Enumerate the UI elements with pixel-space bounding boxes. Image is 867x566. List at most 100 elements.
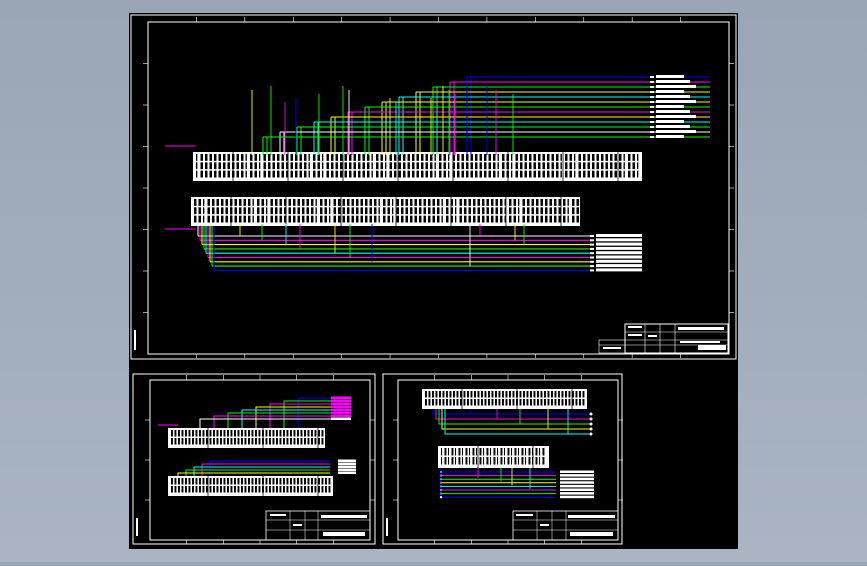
- pin-cell: [490, 457, 492, 465]
- pin-cell: [476, 457, 478, 465]
- pin-cell: [181, 478, 184, 485]
- pin-cell: [623, 154, 625, 161]
- pin-cell: [306, 215, 309, 223]
- pin-cell: [283, 430, 285, 437]
- pin-cell: [474, 391, 476, 398]
- pin-cell: [511, 162, 513, 170]
- wire-label-text: [656, 110, 690, 113]
- pin-cell: [356, 215, 359, 223]
- pin-cell: [223, 486, 226, 493]
- pin-cell: [455, 215, 457, 223]
- cad-drawing[interactable]: [0, 0, 867, 562]
- pin-cell: [263, 162, 266, 170]
- cad-viewport[interactable]: [0, 0, 867, 562]
- pin-cell: [356, 199, 359, 206]
- pin-cell: [568, 399, 571, 406]
- pin-cell: [468, 215, 471, 223]
- pin-cell: [428, 391, 431, 398]
- pin-cell: [174, 478, 177, 485]
- pin-cell: [383, 207, 386, 215]
- pin-cell: [227, 486, 229, 493]
- pin-cell: [365, 207, 368, 215]
- pin-cell: [551, 154, 554, 161]
- pin-cell: [297, 199, 300, 206]
- pin-cell: [446, 199, 449, 206]
- pin-cell: [216, 478, 219, 485]
- pin-cell: [272, 478, 275, 485]
- pin-cell: [410, 199, 413, 206]
- pin-cell: [531, 199, 534, 206]
- pin-cell: [212, 207, 215, 215]
- pin-cell: [520, 154, 523, 161]
- pin-cell: [344, 154, 347, 161]
- pin-cell: [214, 154, 217, 161]
- wire-label-text: [656, 80, 690, 83]
- pin-cell: [486, 207, 489, 215]
- pin-cell: [493, 170, 496, 178]
- pin-cell: [266, 207, 268, 215]
- pin-cell: [216, 438, 219, 445]
- pin-cell: [392, 207, 394, 215]
- pin-cell: [321, 486, 324, 493]
- pin-cell: [539, 457, 541, 465]
- pin-cell: [407, 154, 410, 161]
- pin-cell: [576, 199, 579, 206]
- pin-cell: [483, 448, 485, 456]
- pin-cell: [261, 207, 264, 215]
- pin-cell: [421, 154, 424, 161]
- pin-cell: [547, 162, 550, 170]
- pin-cell: [329, 199, 331, 206]
- pin-cell: [475, 154, 478, 161]
- pin-cell: [614, 162, 617, 170]
- pin-cell: [237, 438, 240, 445]
- pin-cell: [490, 448, 492, 456]
- pin-cell: [243, 215, 246, 223]
- pin-cell: [265, 438, 268, 445]
- pin-cell: [347, 199, 350, 206]
- pin-cell: [565, 170, 568, 178]
- pin-cell: [255, 486, 257, 493]
- pin-cell: [308, 162, 310, 170]
- pin-cell: [519, 391, 522, 398]
- pin-cell: [569, 162, 572, 170]
- pin-cell: [528, 448, 531, 456]
- pin-cell: [281, 154, 284, 161]
- pin-cell: [202, 478, 205, 485]
- pin-cell: [441, 215, 443, 223]
- pin-cell: [174, 486, 177, 493]
- pin-cell: [457, 162, 460, 170]
- pin-cell: [530, 391, 532, 398]
- pin-cell: [495, 399, 497, 406]
- pin-cell: [199, 486, 201, 493]
- pin-cell: [351, 207, 354, 215]
- wire-label-text: [560, 488, 594, 491]
- pin-cell: [225, 207, 228, 215]
- pin-cell: [209, 486, 212, 493]
- pin-cell: [347, 215, 350, 223]
- pin-cell: [456, 399, 459, 406]
- wire-label-text: [596, 242, 642, 246]
- pin-cell: [306, 199, 309, 206]
- wire-terminal: [439, 496, 443, 499]
- wire-label-text: [596, 268, 642, 272]
- pin-cell: [515, 170, 518, 178]
- pin-cell: [551, 162, 554, 170]
- pin-cell: [465, 448, 468, 456]
- pin-cell: [299, 170, 302, 178]
- pin-cell: [315, 199, 317, 206]
- pin-cell: [244, 478, 247, 485]
- pin-cell: [549, 199, 552, 206]
- pin-cell: [477, 207, 480, 215]
- pin-cell: [563, 199, 566, 206]
- pin-cell: [241, 154, 244, 161]
- pin-cell: [293, 199, 296, 206]
- pin-cell: [192, 486, 194, 493]
- pin-cell: [209, 170, 212, 178]
- pin-cell: [202, 486, 205, 493]
- pin-cell: [288, 215, 291, 223]
- pin-cell: [322, 154, 324, 161]
- pin-cell: [518, 448, 520, 456]
- pin-cell: [578, 170, 581, 178]
- pin-cell: [405, 199, 408, 206]
- pin-cell: [540, 199, 543, 206]
